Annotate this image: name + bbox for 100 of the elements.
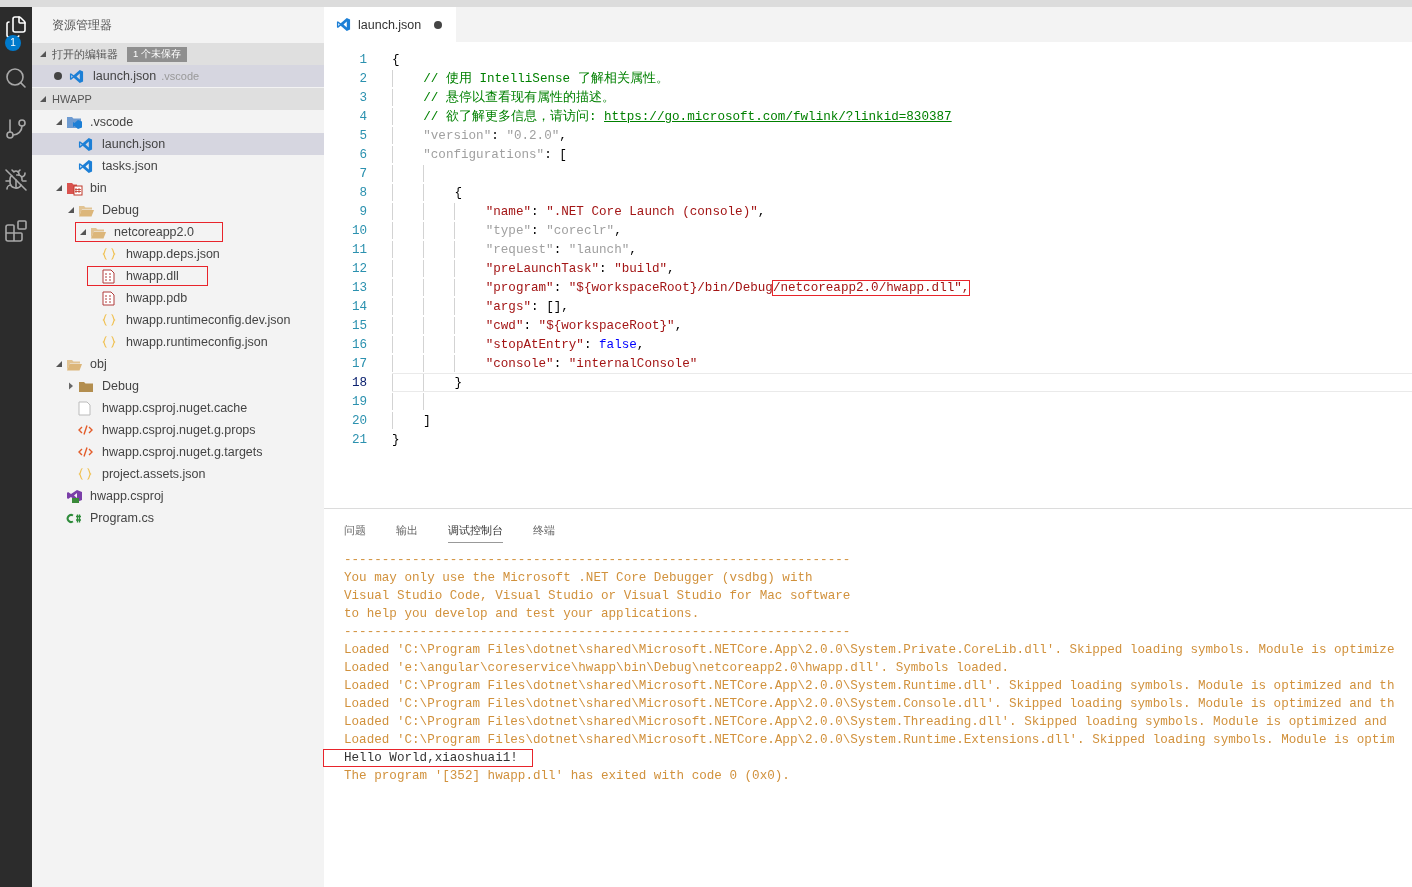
file-name: .vscode <box>90 115 134 129</box>
file-name: Program.cs <box>90 511 154 525</box>
activity-button[interactable]: 1 <box>0 12 32 52</box>
expanded-caret-icon[interactable] <box>39 50 47 58</box>
code-text: // 欲了解更多信息，请访问: <box>423 108 598 125</box>
code-text: : <box>583 337 593 352</box>
blocks-icon <box>4 219 28 243</box>
line-number: 18 <box>350 375 368 390</box>
braces-icon <box>102 335 116 349</box>
section-header[interactable]: HWAPP <box>32 88 324 110</box>
tree-item[interactable]: project.assets.json <box>32 463 324 485</box>
expanded-caret-icon[interactable] <box>39 95 47 103</box>
file-name: hwapp.csproj <box>90 489 164 503</box>
vscode-logo-icon <box>78 136 93 152</box>
code-text: // 使用 IntelliSense 了解相关属性。 <box>423 70 669 87</box>
file-name: hwapp.pdb <box>126 291 188 305</box>
code-text: : [ <box>544 147 567 162</box>
expanded-caret-icon[interactable] <box>67 206 75 214</box>
tree-item[interactable]: bin <box>32 177 324 199</box>
editor-tab[interactable]: launch.json <box>324 7 457 42</box>
line-number: 4 <box>358 109 368 124</box>
file-name: Debug <box>102 203 139 217</box>
panel-tab[interactable]: 终端 <box>533 519 555 543</box>
code-text: , <box>636 337 645 352</box>
expanded-caret-icon[interactable] <box>79 228 87 236</box>
vscode-logo-icon <box>78 158 93 174</box>
code-text: "version" <box>423 128 492 143</box>
code-text: "name" <box>485 204 531 219</box>
sidebar-title: 资源管理器 <box>52 17 112 33</box>
line-number: 7 <box>358 166 368 181</box>
code-text: , <box>757 204 766 219</box>
console-line: Loaded 'C:\Program Files\dotnet\shared\Microsoft.NETCore.App\2.0.0\System.Private.CoreLib.dll'. Skipped loading symbols. Module is optimize <box>344 642 1395 659</box>
section-header[interactable]: 打开的编辑器 1 个未保存 <box>32 43 324 65</box>
expanded-caret-icon[interactable] <box>55 118 63 126</box>
tree-item[interactable]: tasks.json <box>32 155 324 177</box>
tree-item[interactable]: hwapp.csproj <box>32 485 324 507</box>
file-icon <box>78 400 91 416</box>
tree-item[interactable]: hwapp.deps.json <box>32 243 324 265</box>
tree-item[interactable]: Program.cs <box>32 507 324 529</box>
code-text: "launch" <box>568 242 630 257</box>
tree-item[interactable]: hwapp.csproj.nuget.cache <box>32 397 324 419</box>
expanded-caret-icon[interactable] <box>55 184 63 192</box>
file-name: hwapp.runtimeconfig.json <box>126 335 268 349</box>
console-line: Loaded 'e:\angular\coreservice\hwapp\bin\Debug\netcoreapp2.0\hwapp.dll'. Symbols loaded. <box>344 660 1010 677</box>
tree-item[interactable]: hwapp.pdb <box>32 287 324 309</box>
file-name: tasks.json <box>102 159 158 173</box>
console-line: You may only use the Microsoft .NET Core Debugger (vsdbg) with <box>344 570 813 587</box>
console-line: Visual Studio Code, Visual Studio or Visual Studio for Mac software <box>344 588 851 605</box>
line-number: 1 <box>358 52 368 67</box>
console-line: Loaded 'C:\Program Files\dotnet\shared\Microsoft.NETCore.App\2.0.0\System.Console.dll'. Skipped loading symbols. Module is optimized and th <box>344 696 1395 713</box>
panel-tab[interactable]: 调试控制台 <box>448 519 503 543</box>
code-text: "${workspaceRoot}/bin/Debug <box>568 280 773 295</box>
tree-item[interactable]: Debug <box>32 375 324 397</box>
braces-icon <box>78 467 92 481</box>
collapsed-caret-icon[interactable] <box>67 382 75 390</box>
expanded-caret-icon[interactable] <box>55 360 63 368</box>
tree-item[interactable]: Debug <box>32 199 324 221</box>
file-name: Debug <box>102 379 139 393</box>
file-name: project.assets.json <box>102 467 206 481</box>
line-number: 14 <box>350 299 368 314</box>
folder-icon <box>66 114 84 130</box>
code-text: "type" <box>485 223 531 238</box>
console-line: ------------------------------------------------------------------- <box>344 552 851 569</box>
tree-item[interactable]: hwapp.runtimeconfig.dev.json <box>32 309 324 331</box>
section-title: HWAPP <box>52 93 92 105</box>
panel-tab[interactable]: 问题 <box>344 519 366 543</box>
braces-icon <box>102 247 116 261</box>
tree-item[interactable]: .vscode <box>32 111 324 133</box>
tree-item[interactable]: netcoreapp2.0 <box>32 221 324 243</box>
code-text: "program" <box>485 280 554 295</box>
tree-item[interactable]: obj <box>32 353 324 375</box>
file-name: hwapp.deps.json <box>126 247 220 261</box>
line-number: 9 <box>358 204 368 219</box>
open-editor-item[interactable]: launch.json .vscode <box>32 65 324 87</box>
files-icon <box>4 15 28 39</box>
binary-file-icon <box>102 268 115 284</box>
line-number: 12 <box>350 261 368 276</box>
crossed-bug-icon <box>4 168 28 192</box>
tree-item[interactable]: launch.json <box>32 133 324 155</box>
code-text: : <box>491 128 500 143</box>
tree-item[interactable]: hwapp.csproj.nuget.g.props <box>32 419 324 441</box>
code-file-icon <box>78 446 93 458</box>
code-text: , <box>629 242 637 257</box>
code-text: } <box>454 375 462 390</box>
code-text: "stopAtEntry" <box>485 337 584 352</box>
console-line: to help you develop and test your applications. <box>344 606 700 623</box>
line-number: 11 <box>350 242 368 257</box>
code-text: { <box>454 185 462 200</box>
tree-item[interactable]: hwapp.runtimeconfig.json <box>32 331 324 353</box>
code-text: "cwd" <box>485 318 524 333</box>
line-number: 16 <box>350 337 368 352</box>
tree-item[interactable]: hwapp.csproj.nuget.g.targets <box>32 441 324 463</box>
csharp-file-icon <box>66 511 82 525</box>
link[interactable]: https://go.microsoft.com/fwlink/?linkid=830387 <box>604 109 952 124</box>
tree-item[interactable]: hwapp.dll <box>32 265 324 287</box>
code-text: : <box>553 356 563 371</box>
file-name: launch.json <box>102 137 166 151</box>
panel-tab[interactable]: 输出 <box>396 519 418 543</box>
code-text: "args" <box>485 299 531 314</box>
code-text: false <box>599 337 637 352</box>
